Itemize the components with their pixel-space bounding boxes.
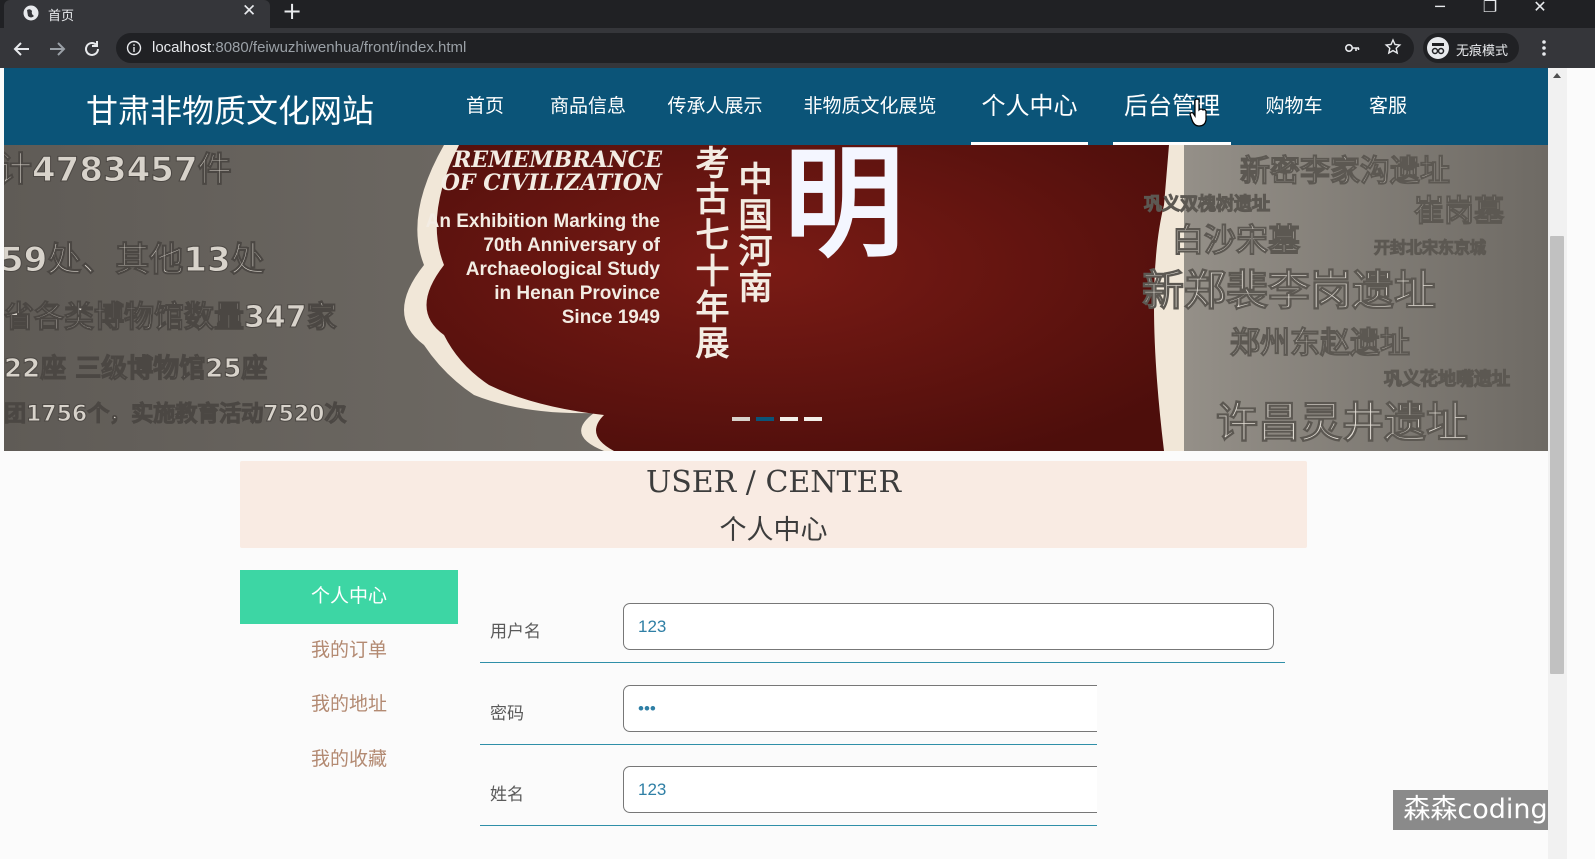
name-label: 姓名 xyxy=(490,785,524,805)
new-tab-button[interactable]: + xyxy=(282,0,302,25)
hero-banner[interactable]: REMEMBRANCE OF CIVILIZATION An Exhibitio… xyxy=(4,145,1548,451)
scroll-thumb[interactable] xyxy=(1550,236,1564,674)
banner-left-wall-3: 省各类博物馆数量347家 xyxy=(4,300,337,335)
sidebar-item-my-favorites[interactable]: 我的收藏 xyxy=(240,733,458,787)
banner-right-wall-9: 崔岗墓 xyxy=(1414,194,1505,229)
hand-cursor-icon xyxy=(1189,98,1207,127)
watermark: 森森coding xyxy=(1393,790,1558,830)
banner-right-wall-8: 开封北宋东京城 xyxy=(1374,238,1486,257)
username-input[interactable]: 123 xyxy=(623,603,1274,650)
browser-tabstrip: 首页 ✕ + ─ ❐ ✕ xyxy=(0,0,1595,28)
carousel-dot-4[interactable] xyxy=(804,417,822,421)
reload-icon[interactable] xyxy=(80,37,104,61)
sidebar-item-my-orders[interactable]: 我的订单 xyxy=(240,624,458,678)
nav-service[interactable]: 客服 xyxy=(1362,68,1414,145)
banner-left-wall-5: 团1756个，实施教育活动7520次 xyxy=(4,401,346,427)
url-host: localhost xyxy=(152,39,212,56)
globe-icon xyxy=(23,5,39,21)
carousel-dots xyxy=(726,415,826,425)
nav-admin[interactable]: 后台管理 xyxy=(1113,68,1231,145)
browser-toolbar: localhost:8080/feiwuzhiwenhua/front/inde… xyxy=(0,28,1595,68)
password-label: 密码 xyxy=(490,704,524,724)
incognito-indicator[interactable]: 无痕模式 xyxy=(1423,33,1519,63)
nav-products[interactable]: 商品信息 xyxy=(542,68,634,145)
sidebar-item-my-address[interactable]: 我的地址 xyxy=(240,678,458,732)
banner-sub-line1: An Exhibition Marking the xyxy=(426,211,660,232)
banner-left-wall-2: 59处、其他13处 xyxy=(4,240,265,280)
star-icon[interactable] xyxy=(1384,38,1402,56)
banner-left-wall-4: 22座 三级博物馆25座 xyxy=(4,353,267,384)
banner-right-wall-6: 巩义花地嘴遗址 xyxy=(1384,368,1510,390)
banner-right-wall-1: 新密李家沟遗址 xyxy=(1240,154,1450,189)
nav-home[interactable]: 首页 xyxy=(454,68,516,145)
banner-vertical-col2: 考古七十年展 xyxy=(689,145,729,361)
incognito-label: 无痕模式 xyxy=(1456,44,1509,59)
banner-sub-line4: in Henan Province xyxy=(494,283,660,304)
address-bar[interactable]: localhost:8080/feiwuzhiwenhua/front/inde… xyxy=(116,33,1414,63)
banner-right-wall-3: 白沙宋墓 xyxy=(1172,221,1301,259)
username-label: 用户名 xyxy=(490,622,541,642)
scroll-up-arrow-icon[interactable] xyxy=(1553,73,1561,78)
banner-right-wall-5: 郑州东赵遗址 xyxy=(1230,326,1410,361)
sidebar-item-user-center[interactable]: 个人中心 xyxy=(240,570,458,624)
banner-vertical-col1: 中国河南 xyxy=(732,161,772,305)
restore-button[interactable]: ❐ xyxy=(1470,0,1510,28)
tab-title: 首页 xyxy=(48,9,75,24)
url-path: :8080/feiwuzhiwenhua/front/index.html xyxy=(211,39,467,56)
site-header: 甘肃非物质文化网站 首页 商品信息 传承人展示 非物质文化展览 个人中心 后台管… xyxy=(4,68,1548,145)
site-title[interactable]: 甘肃非物质文化网站 xyxy=(86,86,374,132)
back-arrow-icon[interactable] xyxy=(10,37,34,61)
banner-left-wall-1: 计4783457件 xyxy=(4,150,232,190)
nav-user-center[interactable]: 个人中心 xyxy=(971,68,1088,145)
window-close-button[interactable]: ✕ xyxy=(1520,0,1560,28)
banner-image: REMEMBRANCE OF CIVILIZATION An Exhibitio… xyxy=(4,145,1548,451)
form-row-username: 用户名 123 xyxy=(480,603,1285,663)
menu-kebab-icon[interactable] xyxy=(1532,36,1556,60)
minimize-button[interactable]: ─ xyxy=(1420,0,1460,28)
carousel-dot-3[interactable] xyxy=(780,417,798,421)
carousel-dot-1[interactable] xyxy=(732,417,750,421)
banner-right-wall-4: 新郑裴李岗遗址 xyxy=(1142,266,1436,315)
url-text[interactable]: localhost:8080/feiwuzhiwenhua/front/inde… xyxy=(152,39,466,56)
banner-sub-line3: Archaeological Study xyxy=(466,259,661,280)
banner-sub-line5: Since 1949 xyxy=(562,307,660,328)
info-icon[interactable] xyxy=(126,40,142,56)
banner-big-character: 明 xyxy=(784,145,904,274)
forward-arrow-icon[interactable] xyxy=(45,37,69,61)
tab-close-icon[interactable]: ✕ xyxy=(242,1,256,21)
user-center-heading-box: USER / CENTER 个人中心 xyxy=(240,461,1307,548)
banner-en-line2: OF CIVILIZATION xyxy=(441,170,663,196)
key-icon[interactable] xyxy=(1344,40,1360,56)
page-scrollbar[interactable] xyxy=(1548,68,1567,859)
nav-exhibitions[interactable]: 非物质文化展览 xyxy=(796,68,944,145)
user-center-title-en: USER / CENTER xyxy=(645,465,902,500)
user-center-title-cn: 个人中心 xyxy=(719,515,828,546)
banner-right-wall-2: 巩义双槐树遗址 xyxy=(1144,193,1270,215)
banner-right-wall-7: 许昌灵井遗址 xyxy=(1216,398,1468,447)
incognito-icon xyxy=(1427,37,1449,59)
banner-sub-line2: 70th Anniversary of xyxy=(483,235,660,256)
nav-inheritors[interactable]: 传承人展示 xyxy=(659,68,771,145)
carousel-dot-2[interactable] xyxy=(756,417,774,421)
nav-cart[interactable]: 购物车 xyxy=(1258,68,1330,145)
browser-tab[interactable]: 首页 ✕ xyxy=(4,0,270,28)
